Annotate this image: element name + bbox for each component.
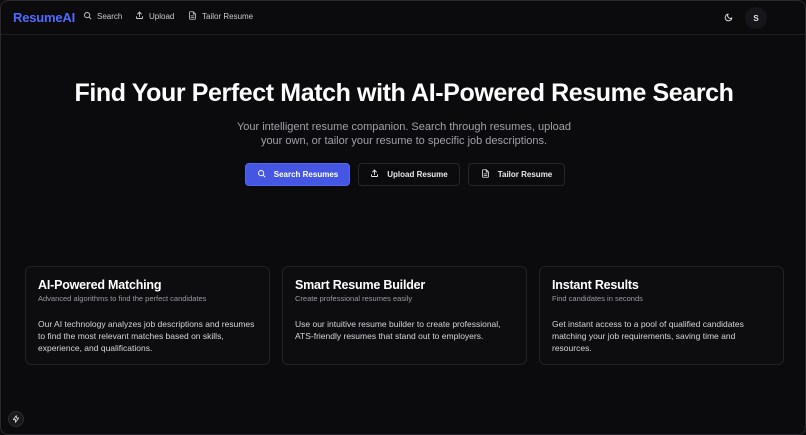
button-label: Upload Resume — [387, 170, 448, 179]
user-avatar[interactable]: S — [745, 7, 767, 29]
document-icon — [481, 169, 490, 180]
card-body: Use our intuitive resume builder to crea… — [295, 319, 501, 341]
feature-card-instant-results: Instant Results Find candidates in secon… — [539, 266, 784, 365]
top-navbar: ResumeAI Search Upload Tailor Resume S — [1, 1, 805, 35]
theme-toggle-button[interactable] — [721, 11, 735, 25]
card-body: Our AI technology analyzes job descripti… — [38, 319, 255, 353]
brand-logo[interactable]: ResumeAI — [13, 10, 75, 25]
nav-link-search[interactable]: Search — [83, 11, 122, 22]
quick-action-button[interactable] — [8, 411, 24, 427]
card-subtitle: Advanced algorithms to find the perfect … — [38, 294, 207, 303]
search-icon — [257, 169, 266, 180]
upload-icon — [135, 11, 144, 22]
card-body: Get instant access to a pool of qualifie… — [552, 319, 744, 353]
nav-link-label: Search — [97, 12, 123, 21]
card-title: Smart Resume Builder — [295, 278, 426, 292]
upload-resume-button[interactable]: Upload Resume — [358, 163, 460, 186]
tailor-resume-button[interactable]: Tailor Resume — [468, 163, 565, 186]
lightning-icon — [12, 410, 20, 428]
card-subtitle: Find candidates in seconds — [552, 294, 643, 303]
nav-link-label: Tailor Resume — [202, 12, 254, 21]
hero-subtitle: Your intelligent resume companion. Searc… — [236, 121, 572, 147]
nav-link-upload[interactable]: Upload — [135, 11, 174, 22]
moon-icon — [724, 9, 733, 27]
upload-icon — [370, 169, 379, 180]
document-icon — [188, 11, 197, 22]
app-window: ResumeAI Search Upload Tailor Resume S F… — [0, 0, 806, 435]
feature-card-resume-builder: Smart Resume Builder Create professional… — [282, 266, 527, 365]
search-resumes-button[interactable]: Search Resumes — [245, 163, 350, 186]
button-label: Tailor Resume — [497, 170, 553, 179]
hero-title: Find Your Perfect Match with AI-Powered … — [74, 79, 734, 107]
card-title: Instant Results — [552, 278, 639, 292]
nav-link-label: Upload — [149, 12, 175, 21]
nav-link-tailor-resume[interactable]: Tailor Resume — [188, 11, 253, 22]
card-subtitle: Create professional resumes easily — [295, 294, 413, 303]
card-title: AI-Powered Matching — [38, 278, 162, 292]
feature-card-ai-matching: AI-Powered Matching Advanced algorithms … — [25, 266, 270, 365]
search-icon — [83, 11, 92, 22]
button-label: Search Resumes — [273, 170, 339, 179]
